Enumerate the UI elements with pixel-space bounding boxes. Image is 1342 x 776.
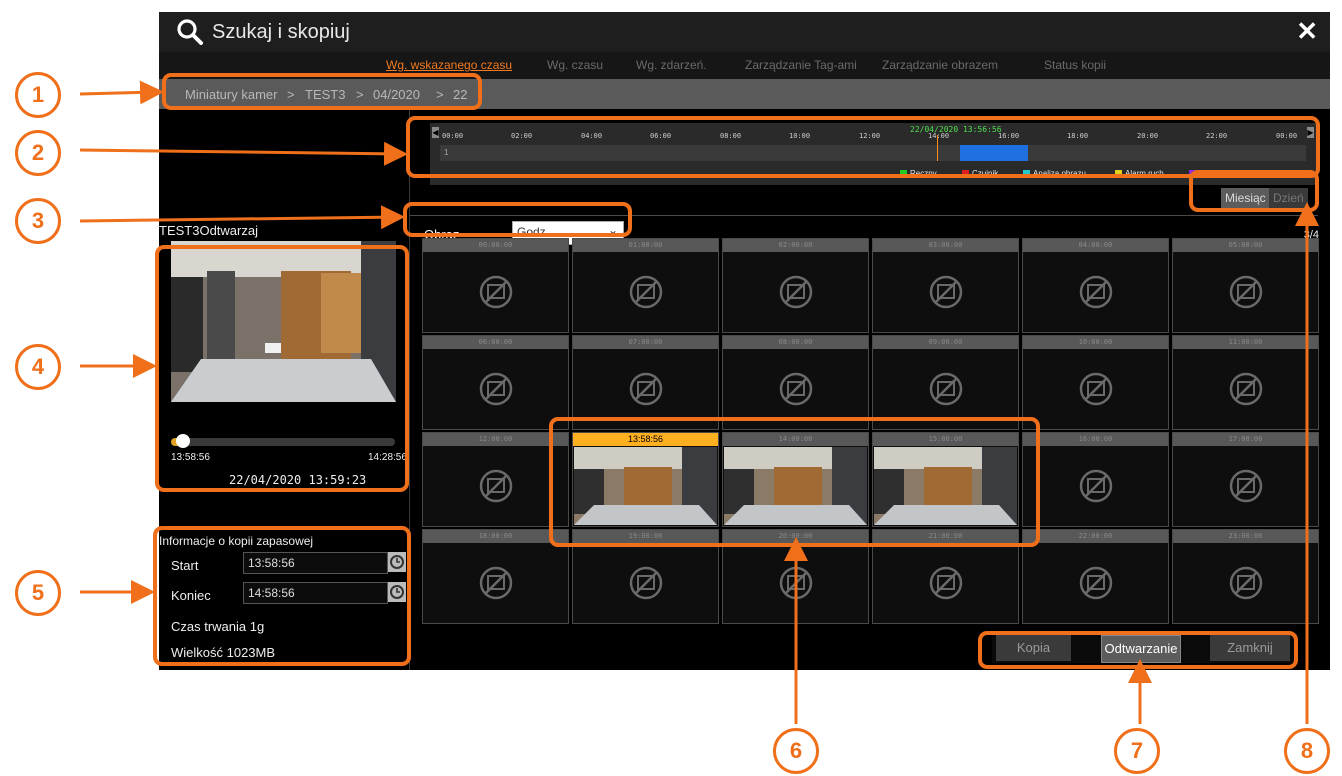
- callout-badge-8: 8: [1284, 728, 1330, 774]
- callout-badge-3: 3: [15, 198, 61, 244]
- callout-badge-1: 1: [15, 72, 61, 118]
- callout-badge-4: 4: [15, 344, 61, 390]
- callout-badge-2: 2: [15, 130, 61, 176]
- callout-arrows: [79, 80, 1319, 724]
- callout-badge-7: 7: [1114, 728, 1160, 774]
- callout-badge-6: 6: [773, 728, 819, 774]
- callout-badge-5: 5: [15, 570, 61, 616]
